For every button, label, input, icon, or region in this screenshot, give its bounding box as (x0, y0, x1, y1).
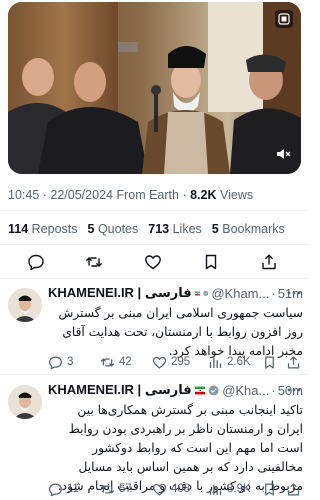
more-options-icon[interactable] (285, 381, 303, 399)
reply-tweet[interactable]: KHAMENEI.IR | فارسی @Kha... · 50m تاکید … (0, 381, 309, 500)
tweet-media-video[interactable] (8, 2, 301, 174)
tweet-meta: 10:45 · 22/05/2024 From Earth · 8.2K Vie… (8, 188, 254, 202)
view-count: 2.6K (227, 356, 251, 368)
repost-count: 42 (119, 356, 132, 368)
iran-flag-icon (194, 291, 200, 295)
views-count: 8.2K (190, 188, 217, 202)
like-button[interactable]: 408 (152, 479, 190, 499)
share-icon (287, 482, 300, 496)
share-button[interactable] (286, 352, 301, 372)
tweet-stats: 114 Reposts 5 Quotes 713 Likes 5 Bookmar… (8, 222, 285, 236)
reply-button[interactable]: 3 (48, 352, 73, 372)
reply-action-bar: 3 42 295 2.6K (48, 352, 303, 372)
verified-badge-icon (203, 290, 209, 296)
reply-count: 3 (67, 356, 74, 368)
share-button[interactable] (286, 479, 301, 499)
reply-button[interactable]: 11 (48, 479, 79, 499)
repost-icon[interactable] (84, 252, 104, 272)
gif-icon[interactable] (275, 10, 293, 28)
volume-mute-icon[interactable] (273, 144, 293, 164)
repost-count: 57 (119, 483, 132, 495)
reply-icon[interactable] (26, 252, 46, 272)
reply-author-name[interactable]: KHAMENEI.IR | فارسی (48, 382, 192, 398)
reply-tweet[interactable]: KHAMENEI.IR | فارسی @Kham... · 51m سیاست… (0, 284, 309, 374)
tweet-time: 10:45 (8, 188, 40, 202)
reply-header: KHAMENEI.IR | فارسی @Kha... · 50m (48, 381, 303, 399)
repost-button[interactable]: 57 (100, 479, 132, 499)
share-icon (287, 355, 300, 369)
divider (0, 374, 309, 375)
tweet-date[interactable]: 22/05/2024 (50, 188, 113, 202)
bookmark-icon[interactable] (201, 252, 221, 272)
divider (0, 278, 309, 279)
iran-flag-icon (194, 386, 205, 394)
tweet-action-bar (0, 250, 309, 274)
like-count: 295 (171, 356, 191, 368)
video-frame-image (8, 2, 301, 174)
avatar[interactable] (8, 385, 42, 419)
bookmark-icon (265, 482, 274, 496)
tweet-source: From Earth (116, 188, 179, 202)
views-label: Views (219, 188, 254, 202)
divider (0, 244, 309, 245)
reply-handle[interactable]: @Kham... (211, 286, 269, 301)
quotes-stat[interactable]: 5 Quotes (88, 222, 139, 236)
views-button[interactable]: 3.9K (208, 479, 251, 499)
bookmarks-stat[interactable]: 5 Bookmarks (212, 222, 285, 236)
divider (0, 210, 309, 211)
likes-stat[interactable]: 713 Likes (148, 222, 202, 236)
like-icon[interactable] (143, 252, 163, 272)
reply-author-name[interactable]: KHAMENEI.IR | فارسی (48, 285, 192, 301)
like-icon (152, 356, 167, 369)
like-count: 408 (171, 483, 191, 495)
reply-icon (49, 355, 62, 369)
share-icon[interactable] (259, 252, 279, 272)
avatar[interactable] (8, 288, 42, 322)
repost-icon (100, 358, 115, 366)
bookmark-button[interactable] (262, 352, 277, 372)
bookmark-icon (265, 355, 274, 369)
bookmark-button[interactable] (262, 479, 277, 499)
views-icon (209, 357, 222, 368)
repost-icon (100, 485, 115, 493)
like-icon (152, 483, 167, 496)
verified-badge-icon (208, 385, 219, 395)
views-button[interactable]: 2.6K (208, 352, 251, 372)
reply-header: KHAMENEI.IR | فارسی @Kham... · 51m (48, 284, 303, 302)
reply-count: 11 (67, 483, 79, 495)
more-options-icon[interactable] (285, 284, 303, 302)
view-count: 3.9K (227, 483, 251, 495)
reply-handle[interactable]: @Kha... (222, 383, 269, 398)
reply-action-bar: 11 57 408 3.9K (48, 479, 303, 499)
repost-button[interactable]: 42 (100, 352, 132, 372)
reposts-stat[interactable]: 114 Reposts (8, 222, 78, 236)
reply-icon (49, 482, 62, 496)
like-button[interactable]: 295 (152, 352, 190, 372)
views-icon (209, 484, 222, 495)
